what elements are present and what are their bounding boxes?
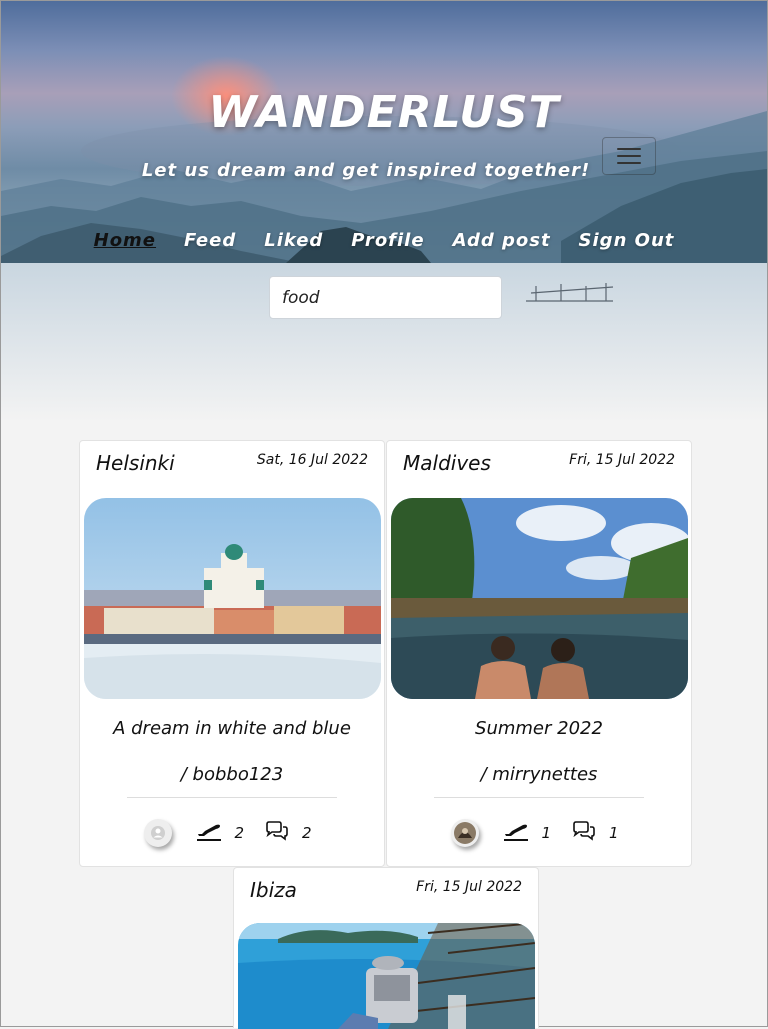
hamburger-line [617,155,641,157]
hamburger-icon[interactable] [602,137,656,175]
nav-link-profile[interactable]: Profile [351,230,424,251]
helsinki-photo [84,498,381,699]
site-logo[interactable]: WANDERLUST [1,87,767,138]
post-actions: 1 1 [387,819,691,847]
hamburger-line [617,148,641,150]
user-icon[interactable] [144,819,173,847]
nav-link-add-post[interactable]: Add post [453,230,551,251]
post-date: Sat, 16 Jul 2022 [256,452,368,468]
post-author[interactable]: / mirrynettes [387,764,691,785]
comment-count: 1 [609,824,619,842]
hamburger-line [617,162,641,164]
like-count: 2 [234,824,244,842]
post-caption: A dream in white and blue [113,718,351,739]
search-input[interactable] [269,276,502,319]
post-photo[interactable] [84,498,381,699]
nav-link-feed[interactable]: Feed [184,230,236,251]
user-avatar[interactable] [451,819,480,847]
post-date: Fri, 15 Jul 2022 [569,452,675,468]
main-nav: Home Feed Liked Profile Add post Sign Ou… [1,230,767,251]
post-card-ibiza[interactable]: Ibiza Fri, 15 Jul 2022 [233,867,539,1029]
nav-link-liked[interactable]: Liked [264,230,323,251]
ibiza-photo [238,923,535,1029]
nav-link-home[interactable]: Home [94,230,156,251]
post-photo[interactable] [391,498,688,699]
maldives-photo [391,498,688,699]
nav-link-sign-out[interactable]: Sign Out [579,230,675,251]
post-photo[interactable] [238,923,535,1029]
post-title: Helsinki [96,451,175,475]
hero-landscape-image [1,56,767,421]
post-caption: Summer 2022 [475,718,603,739]
divider [434,797,644,798]
comments-icon[interactable] [264,820,290,846]
post-author[interactable]: / bobbo123 [80,764,384,785]
post-title: Ibiza [250,878,297,902]
comments-icon[interactable] [571,820,597,846]
post-card-maldives[interactable]: Maldives Fri, 15 Jul 2022 Summer 2022 / … [386,440,692,867]
post-card-helsinki[interactable]: Helsinki Sat, 16 Jul 2022 A dream in whi… [79,440,385,867]
plane-takeoff-icon[interactable] [196,820,222,846]
post-actions: 2 2 [80,819,384,847]
post-date: Fri, 15 Jul 2022 [416,879,522,895]
like-count: 1 [541,824,551,842]
comment-count: 2 [302,824,312,842]
plane-takeoff-icon[interactable] [503,820,529,846]
divider [127,797,337,798]
hero-banner: WANDERLUST Let us dream and get inspired… [1,1,767,421]
post-title: Maldives [403,451,491,475]
